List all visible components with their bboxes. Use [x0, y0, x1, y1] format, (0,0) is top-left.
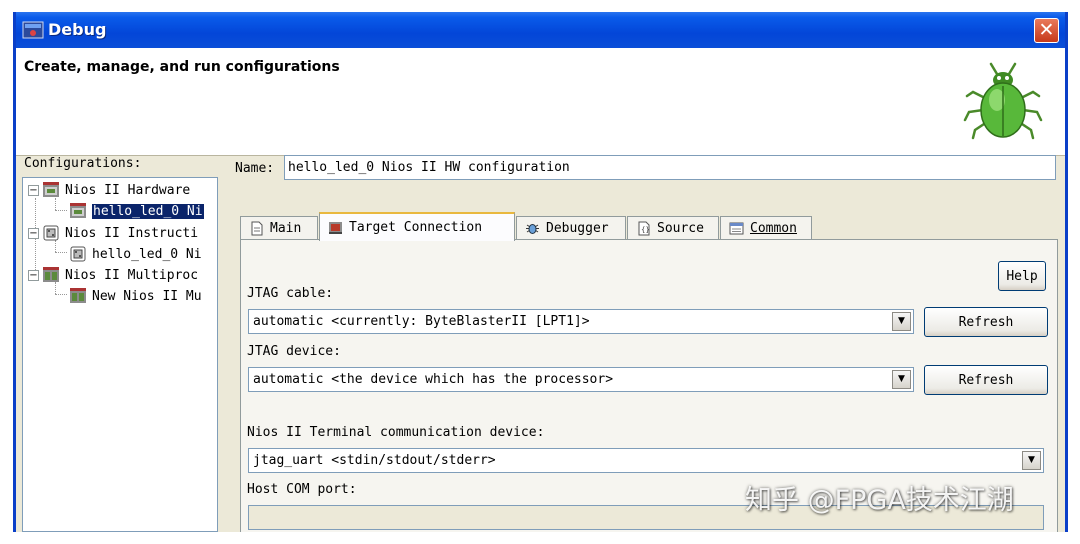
close-button[interactable]: ✕ [1034, 18, 1059, 43]
tab-debugger[interactable]: Debugger [516, 216, 626, 240]
tree-item-nios-ii-hardware[interactable]: − Nios II Hardware [28, 180, 190, 200]
jtag-device-label: JTAG device: [247, 344, 341, 359]
tab-source[interactable]: {} Source [627, 216, 719, 240]
tree-item-label: Nios II Instructi [65, 225, 199, 241]
jtag-cable-value: automatic <currently: ByteBlasterII [LPT… [253, 314, 590, 329]
configurations-tree[interactable]: − Nios II Hardware hello_led_0 Ni − Nios… [22, 177, 218, 532]
collapse-icon[interactable]: − [28, 227, 39, 239]
tree-item-nios-ii-multiprocessor[interactable]: − Nios II Multiproc [28, 265, 198, 285]
dialog-heading: Create, manage, and run configurations [24, 59, 340, 75]
window-title: Debug [48, 20, 107, 39]
watermark: 知乎 @FPGA技术江湖 [745, 485, 1014, 516]
hardware-config-icon [70, 203, 86, 218]
iss-config-icon [70, 246, 86, 262]
tree-item-label: hello_led_0 Ni [92, 203, 204, 219]
jtag-device-dropdown[interactable]: automatic <the device which has the proc… [248, 367, 914, 392]
tab-target-connection[interactable]: Target Connection [319, 212, 515, 241]
tree-guide-line [55, 210, 67, 211]
title-bar[interactable]: Debug ✕ [16, 12, 1065, 48]
terminal-device-label: Nios II Terminal communication device: [247, 425, 545, 440]
tree-item-label: Nios II Hardware [65, 182, 191, 198]
jtag-cable-label: JTAG cable: [247, 286, 334, 301]
tab-common[interactable]: Common [720, 216, 812, 240]
debug-window: Debug ✕ Create, manage, and run configur… [13, 12, 1068, 532]
dropdown-arrow-icon[interactable]: ▼ [892, 312, 911, 331]
collapse-icon[interactable]: − [28, 269, 39, 281]
target-connection-icon [329, 222, 342, 234]
common-icon [729, 222, 744, 235]
tree-item-label: hello_led_0 Ni [92, 246, 202, 262]
dropdown-arrow-icon[interactable]: ▼ [892, 370, 911, 389]
tree-item-new-nios-ii-mu[interactable]: New Nios II Mu [69, 286, 202, 306]
svg-text:{}: {} [641, 226, 650, 234]
configuration-name-input[interactable]: hello_led_0 Nios II HW configuration [284, 155, 1056, 180]
tree-item-label: New Nios II Mu [92, 288, 202, 304]
collapse-icon[interactable]: − [28, 184, 39, 196]
tab-label: Common [750, 221, 797, 236]
multiprocessor-config-icon [70, 288, 86, 303]
hardware-config-icon [43, 182, 59, 197]
tree-item-hello-led-hw[interactable]: hello_led_0 Ni [69, 201, 204, 221]
tree-item-nios-ii-instruction[interactable]: − Nios II Instructi [28, 223, 198, 243]
tab-label: Target Connection [349, 220, 483, 235]
multiprocessor-config-icon [43, 267, 59, 282]
tree-guide-line [55, 294, 67, 295]
tree-item-hello-led-iss[interactable]: hello_led_0 Ni [69, 244, 202, 264]
tree-item-label: Nios II Multiproc [65, 267, 199, 283]
tab-label: Source [657, 221, 704, 236]
source-icon: {} [638, 221, 650, 236]
terminal-device-value: jtag_uart <stdin/stdout/stderr> [253, 453, 496, 468]
dialog-header: Create, manage, and run configurations [16, 48, 1065, 156]
jtag-device-refresh-button[interactable]: Refresh [924, 365, 1048, 395]
jtag-device-value: automatic <the device which has the proc… [253, 372, 614, 387]
jtag-cable-dropdown[interactable]: automatic <currently: ByteBlasterII [LPT… [248, 309, 914, 334]
tab-label: Main [270, 221, 302, 236]
help-button[interactable]: Help [998, 261, 1046, 291]
configurations-label: Configurations: [24, 156, 142, 171]
document-icon [251, 221, 263, 236]
iss-config-icon [43, 225, 59, 241]
tab-main[interactable]: Main [240, 216, 318, 240]
bug-icon [963, 62, 1043, 140]
name-label: Name: [235, 161, 275, 176]
tree-guide-line [55, 252, 67, 253]
dropdown-arrow-icon[interactable]: ▼ [1022, 451, 1041, 470]
jtag-cable-refresh-button[interactable]: Refresh [924, 307, 1048, 337]
tab-label: Debugger [546, 221, 609, 236]
debugger-bug-icon [526, 224, 539, 234]
debug-app-icon [22, 21, 44, 39]
host-com-port-label: Host COM port: [247, 482, 357, 497]
terminal-device-dropdown[interactable]: jtag_uart <stdin/stdout/stderr> ▼ [248, 448, 1044, 473]
